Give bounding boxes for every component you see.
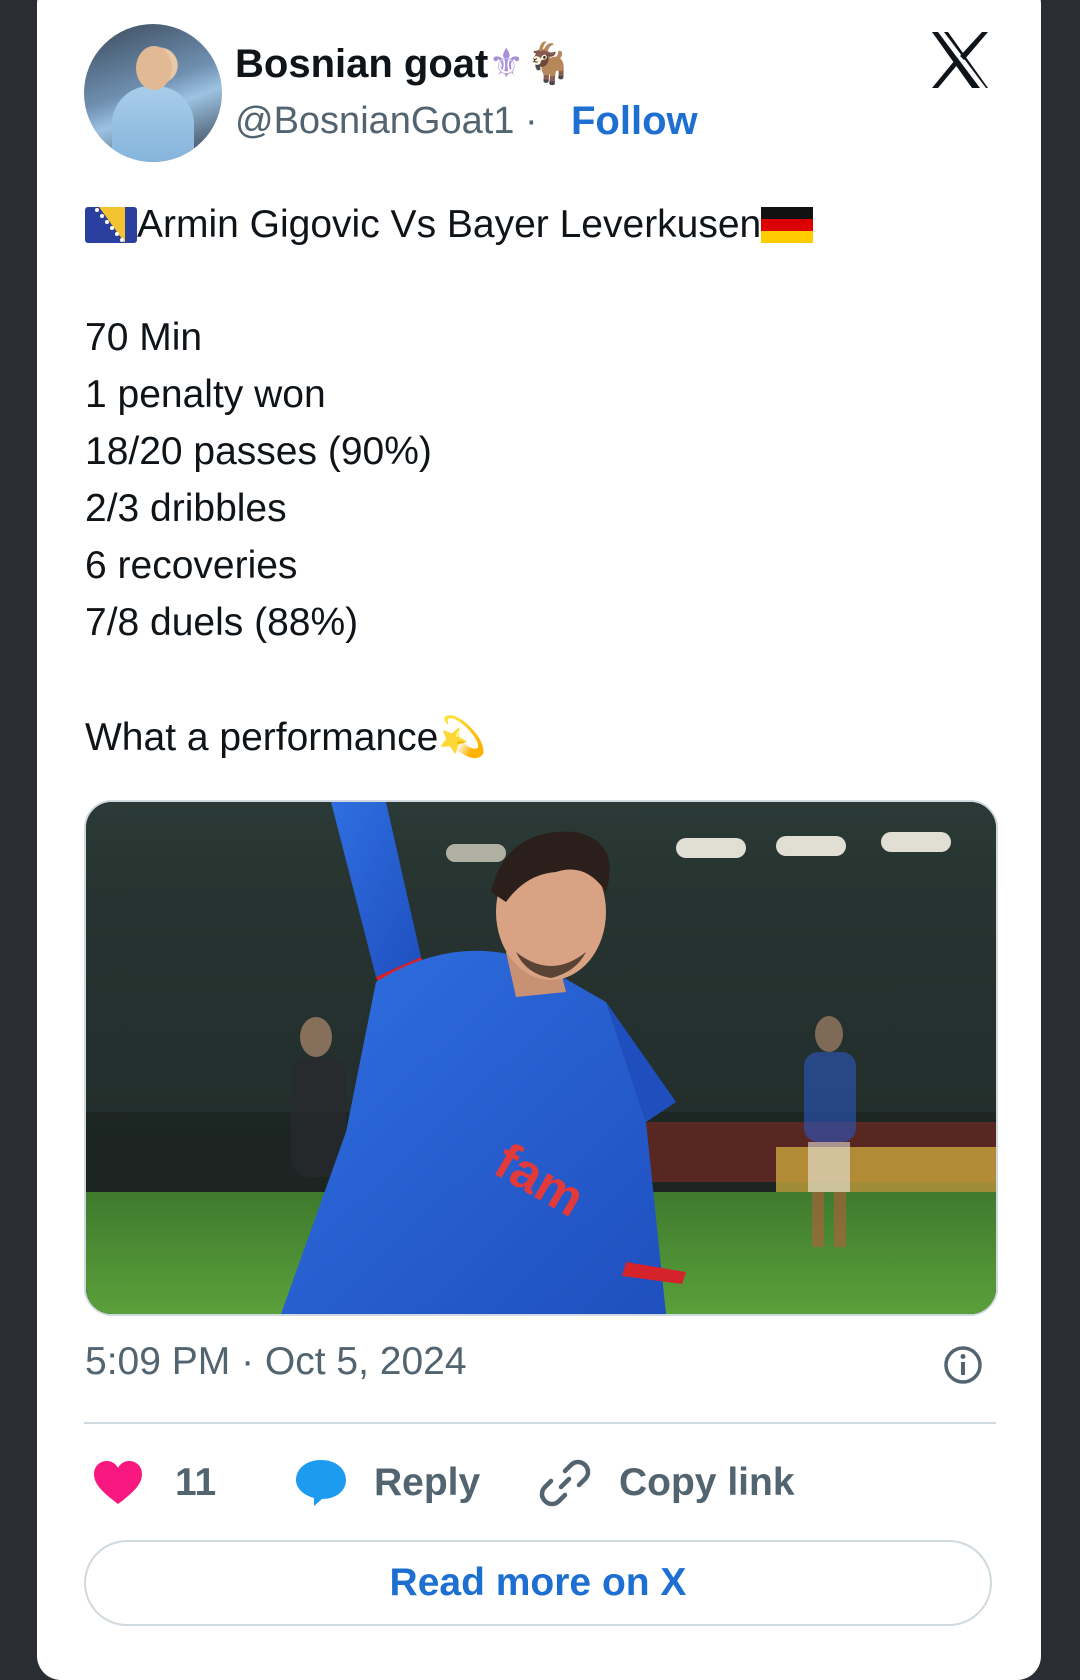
divider xyxy=(84,1422,996,1424)
author-display-name[interactable]: Bosnian goat⚜🐐 xyxy=(235,40,574,87)
read-more-button[interactable]: Read more on X xyxy=(84,1540,992,1626)
author-name-text: Bosnian goat xyxy=(235,42,489,86)
stat-line: 18/20 passes (90%) xyxy=(85,430,432,473)
stat-line: 7/8 duels (88%) xyxy=(85,601,359,644)
tweet-headline-line: Armin Gigovic Vs Bayer Leverkusen xyxy=(85,196,985,253)
action-bar: 11 Reply Copy link xyxy=(84,1450,996,1516)
author-handle-row: @BosnianGoat1 · xyxy=(235,100,538,143)
reply-label: Reply xyxy=(374,1461,481,1504)
stat-line: 70 Min xyxy=(85,316,203,359)
handle-separator: · xyxy=(524,100,538,142)
closing-text: What a performance xyxy=(85,716,439,759)
tweet-timestamp[interactable]: 5:09 PM · Oct 5, 2024 xyxy=(85,1340,467,1384)
tweet-photo[interactable]: fam xyxy=(84,800,998,1316)
stat-line: 2/3 dribbles xyxy=(85,487,287,530)
info-icon[interactable] xyxy=(943,1345,983,1385)
copy-link-button[interactable]: Copy link xyxy=(539,1450,795,1516)
author-handle[interactable]: @BosnianGoat1 xyxy=(235,100,514,142)
tweet-headline: Armin Gigovic Vs Bayer Leverkusen xyxy=(137,203,762,246)
avatar-shirt xyxy=(112,86,194,162)
avatar[interactable] xyxy=(84,24,222,162)
bosnia-flag-icon xyxy=(85,206,137,243)
speech-bubble-icon xyxy=(296,1460,346,1506)
follow-button[interactable]: Follow xyxy=(571,99,698,144)
stat-line: 1 penalty won xyxy=(85,373,326,416)
germany-flag-icon xyxy=(761,206,814,243)
reply-button[interactable]: Reply xyxy=(294,1450,480,1516)
author-name-emojis: ⚜🐐 xyxy=(488,42,575,86)
heart-icon xyxy=(94,1461,142,1504)
x-logo-icon[interactable] xyxy=(928,30,992,90)
dizzy-emoji: 💫 xyxy=(438,716,487,759)
copy-link-label: Copy link xyxy=(619,1461,795,1504)
football-player-photo: fam xyxy=(86,802,996,1314)
like-count: 11 xyxy=(175,1461,217,1504)
tweet-text: Armin Gigovic Vs Bayer Leverkusen 70 Min… xyxy=(85,196,985,766)
stat-line: 6 recoveries xyxy=(85,544,298,587)
closing-line: What a performance 💫 xyxy=(85,709,985,766)
link-icon xyxy=(539,1459,591,1507)
like-button[interactable]: 11 xyxy=(92,1450,216,1516)
avatar-head xyxy=(136,46,172,90)
